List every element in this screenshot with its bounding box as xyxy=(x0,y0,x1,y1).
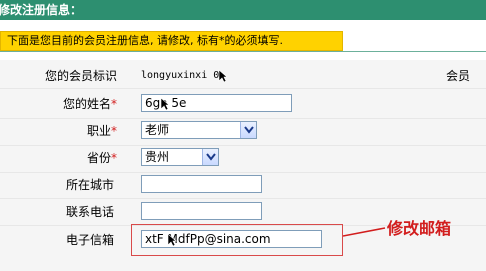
notice-bar: 下面是您目前的会员注册信息, 请修改, 标有*的必须填写. xyxy=(0,31,343,51)
name-required-mark: * xyxy=(111,97,117,111)
city-label: 所在城市 xyxy=(65,178,114,192)
email-label: 电子信箱 xyxy=(65,233,114,247)
page-title: 修改注册信息： xyxy=(0,3,83,17)
province-dropdown-button[interactable] xyxy=(202,149,218,165)
cursor-icon xyxy=(218,69,228,83)
email-highlight-box xyxy=(131,224,343,256)
member-id-value: longyuxinxi 0 xyxy=(141,70,220,81)
phone-input[interactable] xyxy=(141,202,262,220)
city-input[interactable] xyxy=(141,175,262,193)
row-divider xyxy=(0,172,486,173)
province-required-mark: * xyxy=(111,151,117,165)
top-bar: 修改注册信息： xyxy=(0,0,486,20)
province-select[interactable]: 贵州 xyxy=(141,148,219,166)
occupation-dropdown-button[interactable] xyxy=(240,122,256,138)
chevron-down-icon xyxy=(244,126,254,134)
member-id-label: 您的会员标识 xyxy=(44,69,117,83)
root: 修改注册信息： 下面是您目前的会员注册信息, 请修改, 标有*的必须填写. 您的… xyxy=(0,0,486,271)
province-label: 省份 xyxy=(86,151,111,165)
name-label: 您的姓名 xyxy=(62,97,111,111)
occupation-select[interactable]: 老师 xyxy=(141,121,257,139)
row-divider xyxy=(0,88,486,89)
row-divider xyxy=(0,198,486,199)
occupation-label: 职业 xyxy=(86,124,111,138)
phone-label: 联系电话 xyxy=(65,205,114,219)
row-divider xyxy=(0,145,486,146)
notice-divider xyxy=(0,51,486,52)
province-selected: 贵州 xyxy=(145,150,170,164)
annotation-text: 修改邮箱 xyxy=(387,219,452,238)
right-member-label: 会员 xyxy=(446,69,471,83)
notice-text: 下面是您目前的会员注册信息, 请修改, 标有*的必须填写. xyxy=(7,34,283,47)
occupation-required-mark: * xyxy=(111,124,117,138)
chevron-down-icon xyxy=(206,153,216,161)
row-divider xyxy=(0,118,486,119)
occupation-selected: 老师 xyxy=(145,123,170,137)
cursor-icon xyxy=(160,97,170,111)
arrow-left-icon xyxy=(343,227,386,237)
